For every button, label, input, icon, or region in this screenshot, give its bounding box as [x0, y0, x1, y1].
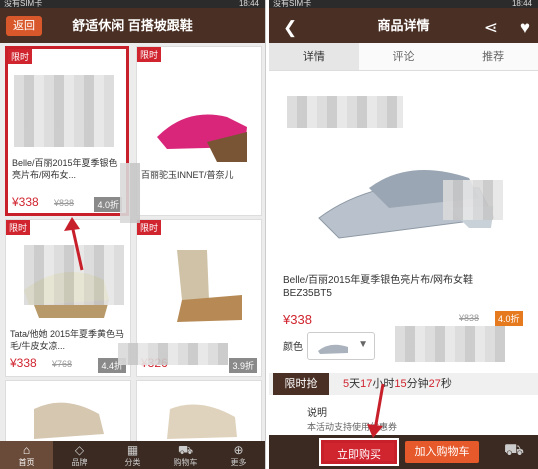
- status-bar: 没有SIM卡 18:44: [269, 0, 538, 8]
- product-card[interactable]: 限时 Belle/百丽2015年夏季银色亮片布/网布女... ¥338 ¥838…: [5, 46, 129, 216]
- tab-recommend[interactable]: 推荐: [448, 43, 538, 70]
- nav-home[interactable]: ⌂ 首页: [0, 441, 53, 469]
- product-card[interactable]: [5, 380, 131, 450]
- product-title: Belle/百丽2015年夏季银色亮片布/网布女鞋BEZ35BT5: [283, 275, 474, 299]
- countdown-timer: 5天17小时15分钟27秒: [343, 378, 452, 390]
- add-to-cart-button[interactable]: 加入购物车: [405, 441, 479, 463]
- nav-cart[interactable]: ⛟ 购物车: [159, 441, 212, 469]
- action-bar: 立即购买 加入购物车 ⛟: [269, 435, 538, 469]
- blurred-overlay: [24, 245, 124, 305]
- product-detail-screen: 没有SIM卡 18:44 商品详情 ❮ ⋖ ♥ 详情 评论 推荐 Belle/百…: [269, 0, 538, 469]
- original-price: ¥768: [52, 359, 73, 369]
- limited-badge: 限时: [8, 49, 33, 64]
- product-card[interactable]: [136, 380, 262, 450]
- tag-icon: ◇: [74, 443, 85, 457]
- header: 商品详情 ❮ ⋖ ♥: [269, 8, 538, 43]
- nav-more[interactable]: ⊕ 更多: [212, 441, 265, 469]
- nav-category[interactable]: ▦ 分类: [106, 441, 159, 469]
- blurred-overlay: [120, 163, 140, 223]
- flash-sale-bar: 限时抢 5天17小时15分钟27秒: [269, 373, 538, 395]
- product-name: 百丽驼玉INNET/普奈儿: [141, 170, 234, 180]
- blurred-overlay: [395, 326, 505, 362]
- shoe-image: [34, 402, 104, 439]
- tab-details[interactable]: 详情: [269, 43, 359, 70]
- heart-icon[interactable]: ♥: [520, 18, 530, 38]
- back-arrow-icon[interactable]: ❮: [283, 18, 297, 38]
- color-select[interactable]: ▼: [307, 332, 375, 360]
- cart-icon: ⛟: [177, 443, 194, 457]
- shoe-image: [167, 404, 237, 439]
- shoe-thumb-icon: [318, 344, 348, 354]
- original-price: ¥838: [54, 198, 75, 208]
- blurred-overlay: [118, 343, 228, 365]
- flash-sale-label: 限时抢: [273, 373, 329, 395]
- back-button[interactable]: 返回: [6, 16, 42, 36]
- product-card[interactable]: 限时 百丽驼玉INNET/普奈儿: [136, 46, 262, 216]
- limited-badge: 限时: [137, 47, 162, 62]
- plus-icon: ⊕: [233, 443, 244, 457]
- nav-brand[interactable]: ◇ 品牌: [53, 441, 106, 469]
- limited-badge: 限时: [6, 220, 31, 235]
- grid-icon: ▦: [126, 443, 139, 457]
- product-list-screen: 没有SIM卡 18:44 舒适休闲 百搭坡跟鞋 返回 限时 Belle/百丽20…: [0, 0, 266, 469]
- blurred-overlay: [287, 96, 403, 128]
- product-name: Belle/百丽2015年夏季银色亮片布/网布女...: [12, 158, 118, 180]
- shoe-image: [157, 114, 247, 162]
- limited-badge: 限时: [137, 220, 162, 235]
- buy-now-button[interactable]: 立即购买: [319, 438, 399, 466]
- product-price: ¥338: [10, 356, 37, 370]
- blurred-image: [14, 75, 114, 147]
- clock: 18:44: [511, 0, 532, 8]
- discount-badge: 3.9折: [229, 358, 257, 373]
- color-label: 颜色: [283, 342, 303, 353]
- tab-reviews[interactable]: 评论: [359, 43, 449, 70]
- discount-badge: 4.0折: [94, 197, 122, 212]
- blurred-overlay: [443, 180, 503, 220]
- description-text: 本活动支持使用优惠券: [307, 422, 398, 432]
- home-icon: ⌂: [22, 443, 31, 457]
- bottom-nav: ⌂ 首页 ◇ 品牌 ▦ 分类 ⛟ 购物车 ⊕ 更多: [0, 441, 265, 469]
- product-price: ¥338: [283, 312, 312, 327]
- product-grid: 限时 Belle/百丽2015年夏季银色亮片布/网布女... ¥338 ¥838…: [0, 43, 265, 450]
- description-title: 说明: [307, 408, 327, 419]
- carrier-text: 没有SIM卡: [4, 0, 43, 8]
- shoe-image: [177, 250, 242, 322]
- carrier-text: 没有SIM卡: [273, 0, 312, 8]
- product-name: Tata/他她 2015年夏季黄色马毛/牛皮女凉...: [10, 329, 125, 351]
- product-card[interactable]: 限时 Tata/他她 2015年夏季黄色马毛/牛皮女凉... ¥338 ¥768…: [5, 219, 131, 377]
- original-price: ¥838: [459, 313, 480, 323]
- product-price: ¥338: [12, 195, 39, 209]
- clock: 18:44: [238, 0, 259, 8]
- share-icon[interactable]: ⋖: [484, 18, 498, 38]
- discount-badge: 4.0折: [495, 311, 523, 326]
- detail-tabs: 详情 评论 推荐: [269, 43, 538, 71]
- chevron-down-icon: ▼: [358, 339, 368, 350]
- cart-icon[interactable]: ⛟: [504, 441, 524, 461]
- status-bar: 没有SIM卡 18:44: [0, 0, 265, 8]
- header: 舒适休闲 百搭坡跟鞋 返回: [0, 8, 265, 43]
